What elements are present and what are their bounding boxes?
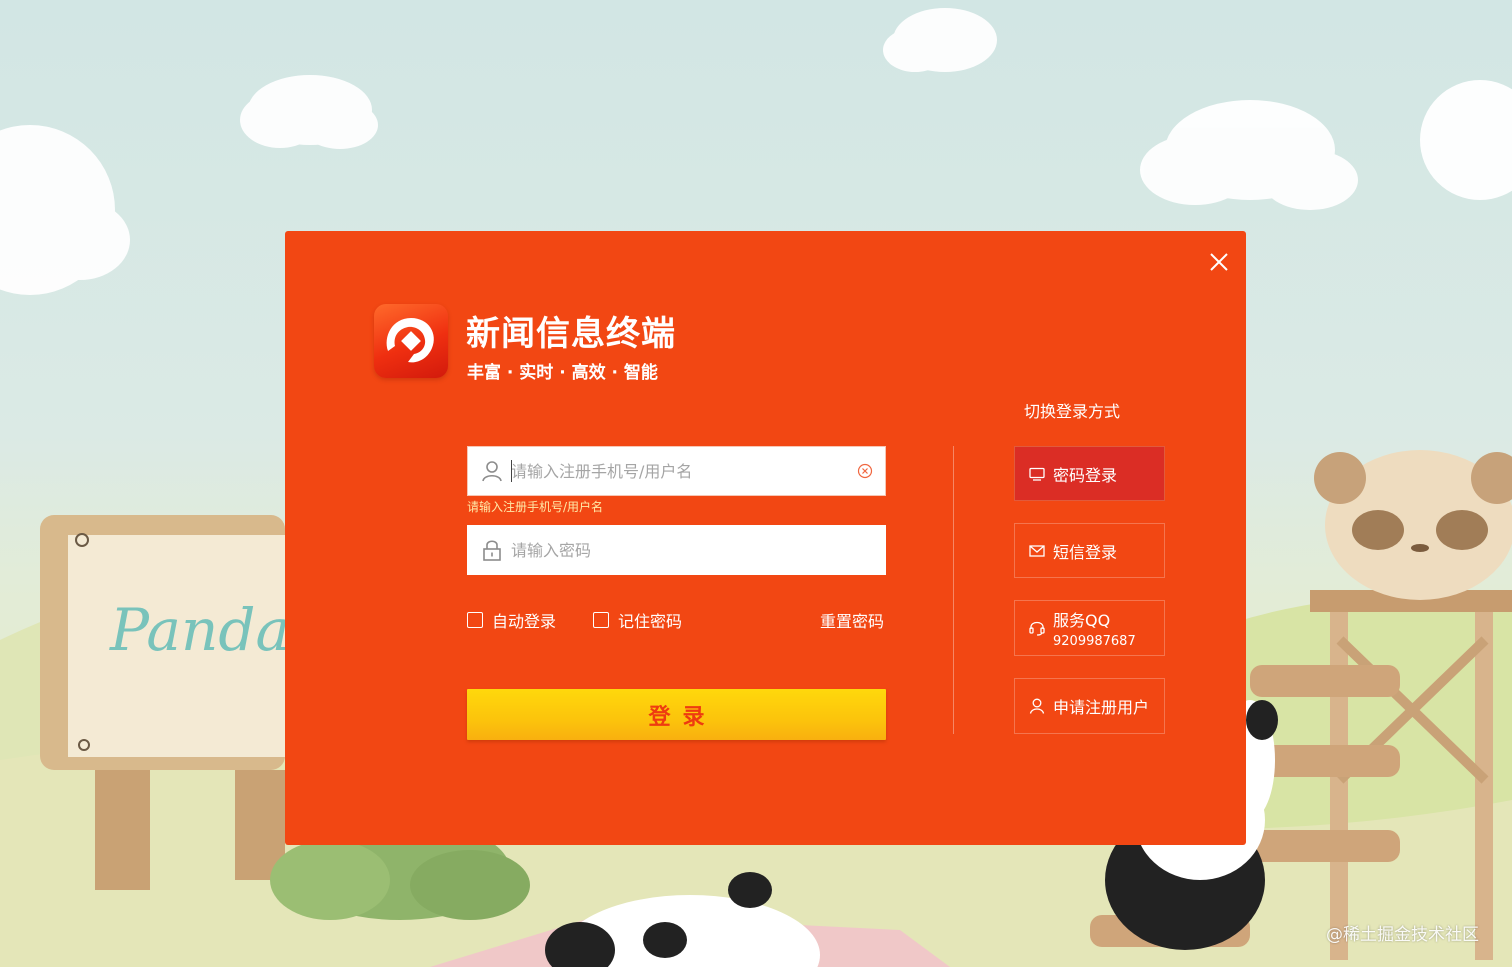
user-icon <box>1029 698 1045 714</box>
text-caret <box>511 460 512 482</box>
auto-login-checkbox[interactable]: 自动登录 <box>467 608 556 632</box>
sms-login-button[interactable]: 短信登录 <box>1014 523 1165 578</box>
app-logo <box>374 304 448 378</box>
close-icon <box>1210 253 1228 271</box>
checkbox-box[interactable] <box>467 612 483 628</box>
watermark: @稀土掘金技术社区 <box>1326 925 1479 945</box>
checkbox-box[interactable] <box>593 612 609 628</box>
register-button[interactable]: 申请注册用户 <box>1014 678 1165 734</box>
qq-service-button[interactable]: 服务QQ 9209987687 <box>1014 600 1165 656</box>
vertical-divider <box>953 446 954 734</box>
sms-login-label: 短信登录 <box>1053 542 1118 562</box>
lock-icon <box>483 540 501 561</box>
qq-service-text: 服务QQ 9209987687 <box>1053 607 1136 649</box>
login-button[interactable]: 登录 <box>467 689 886 740</box>
password-input[interactable] <box>511 525 841 575</box>
close-button[interactable] <box>1208 251 1230 273</box>
clear-input-icon[interactable] <box>856 462 874 480</box>
login-dialog: 新闻信息终端 丰富 · 实时 · 高效 · 智能 请输入注册手机号/用户名 自动… <box>285 231 1246 845</box>
remember-password-checkbox[interactable]: 记住密码 <box>593 608 682 632</box>
username-field[interactable] <box>467 446 886 496</box>
headset-icon <box>1029 621 1045 636</box>
qq-number: 9209987687 <box>1053 634 1136 649</box>
reset-password-link[interactable]: 重置密码 <box>820 608 884 632</box>
app-slogan: 丰富 · 实时 · 高效 · 智能 <box>467 363 658 383</box>
password-field[interactable] <box>467 525 886 575</box>
monitor-icon <box>1029 467 1045 481</box>
username-error: 请输入注册手机号/用户名 <box>467 500 604 514</box>
password-login-button[interactable]: 密码登录 <box>1014 446 1165 501</box>
app-title: 新闻信息终端 <box>466 314 676 354</box>
envelope-icon <box>1029 544 1045 557</box>
logo-icon <box>386 318 434 363</box>
password-login-label: 密码登录 <box>1053 465 1118 485</box>
switch-login-title: 切换登录方式 <box>1024 402 1121 421</box>
qq-service-label: 服务QQ <box>1053 611 1111 630</box>
register-label: 申请注册用户 <box>1053 698 1150 717</box>
remember-password-label: 记住密码 <box>618 612 683 631</box>
username-input[interactable] <box>511 446 841 496</box>
user-icon <box>482 461 502 482</box>
auto-login-label: 自动登录 <box>492 612 557 631</box>
